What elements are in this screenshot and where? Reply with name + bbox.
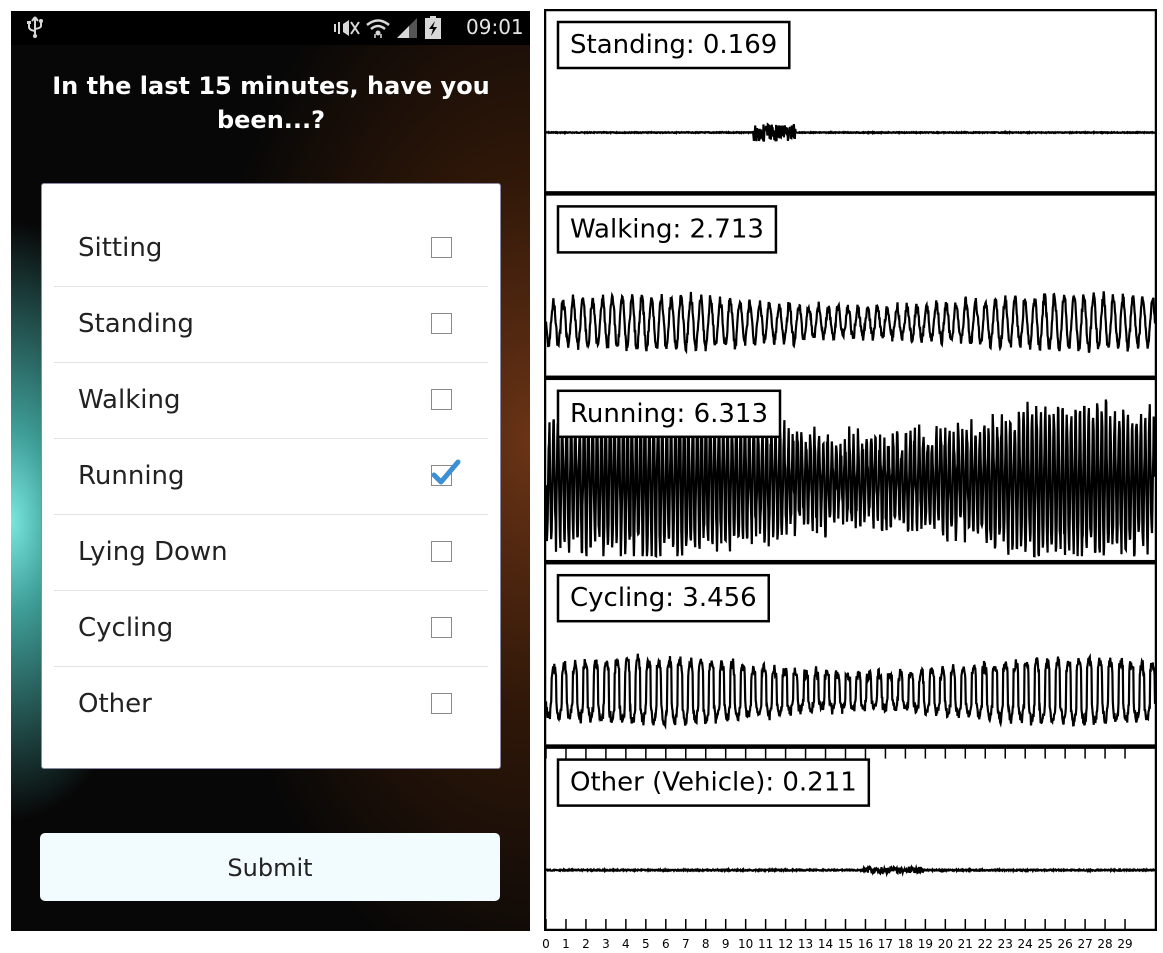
x-tick-label: 0 bbox=[542, 937, 550, 951]
x-tick-label: 28 bbox=[1097, 937, 1113, 951]
panel-label-text: Cycling: 3.456 bbox=[570, 583, 757, 613]
checkbox-lying-down[interactable] bbox=[431, 541, 452, 562]
checkbox-sitting[interactable] bbox=[431, 237, 452, 258]
status-icons bbox=[334, 16, 441, 39]
option-standing[interactable]: Standing bbox=[54, 287, 488, 363]
x-tick-label: 2 bbox=[582, 937, 590, 951]
x-tick-label: 20 bbox=[937, 937, 953, 951]
x-tick-label: 7 bbox=[681, 937, 690, 951]
checkbox-other[interactable] bbox=[431, 693, 452, 714]
question-title: In the last 15 minutes, have you been...… bbox=[52, 72, 490, 134]
panel-0: Standing: 0.169 bbox=[544, 9, 1157, 194]
x-tick-label: 1 bbox=[562, 937, 570, 951]
x-tick-label: 3 bbox=[602, 937, 610, 951]
option-running[interactable]: Running bbox=[54, 439, 488, 515]
clock: 09:01 bbox=[466, 15, 524, 39]
panel-label: Other (Vehicle): 0.211 bbox=[556, 758, 871, 807]
x-tick-label: 4 bbox=[622, 937, 630, 951]
phone-screen: 09:01 In the last 15 minutes, have you b… bbox=[11, 11, 530, 931]
option-lying-down[interactable]: Lying Down bbox=[54, 515, 488, 591]
x-tick-label: 16 bbox=[857, 937, 874, 951]
x-tick-label: 10 bbox=[738, 937, 754, 951]
x-tick-label: 13 bbox=[797, 937, 814, 951]
checkbox-cycling[interactable] bbox=[431, 617, 452, 638]
panel-label-text: Running: 6.313 bbox=[570, 399, 768, 429]
panel-label-text: Standing: 0.169 bbox=[570, 30, 777, 60]
panel-4: Other (Vehicle): 0.211 bbox=[544, 746, 1157, 931]
x-tick-label: 9 bbox=[721, 937, 730, 951]
option-cycling[interactable]: Cycling bbox=[54, 591, 488, 667]
panel-label: Running: 6.313 bbox=[556, 389, 782, 439]
x-tick-label: 15 bbox=[837, 937, 854, 951]
option-label: Cycling bbox=[78, 613, 174, 643]
usb-icon bbox=[27, 16, 43, 38]
panel-label-text: Walking: 2.713 bbox=[570, 214, 764, 244]
option-label: Sitting bbox=[78, 233, 163, 263]
x-tick-label: 6 bbox=[661, 937, 670, 951]
panel-label: Cycling: 3.456 bbox=[556, 573, 770, 623]
option-label: Standing bbox=[78, 309, 194, 339]
option-label: Running bbox=[78, 461, 185, 491]
silent-mode-icon bbox=[334, 20, 360, 36]
x-tick-label: 17 bbox=[877, 937, 894, 951]
wifi-icon bbox=[366, 19, 390, 38]
x-tick-label: 27 bbox=[1077, 937, 1093, 951]
x-tick-label: 19 bbox=[917, 937, 933, 951]
options-card: Sitting Standing Walking Running Lying D… bbox=[41, 183, 501, 769]
x-axis-tick-labels: 0 1 2 3 4 5 6 7 8 9 10 11 12 13 14 15 16 17 18 19 20 21 22 23 24… bbox=[0, 937, 1163, 953]
x-tick-label: 8 bbox=[701, 937, 710, 951]
x-tick-label: 18 bbox=[897, 937, 914, 951]
checkbox-running[interactable] bbox=[431, 459, 461, 486]
accelerometer-plots: Standing: 0.169 Walking: 2.713 Running: 6.… bbox=[544, 9, 1157, 931]
x-tick-label: 12 bbox=[777, 937, 794, 951]
x-tick-label: 25 bbox=[1037, 937, 1053, 951]
x-tick-label: 11 bbox=[757, 937, 774, 951]
panel-1: Walking: 2.713 bbox=[544, 193, 1157, 379]
option-sitting[interactable]: Sitting bbox=[54, 211, 488, 287]
checkmark-icon bbox=[431, 459, 461, 485]
option-walking[interactable]: Walking bbox=[54, 363, 488, 439]
x-tick-label: 23 bbox=[997, 937, 1013, 951]
submit-button[interactable]: Submit bbox=[40, 833, 500, 901]
x-tick-label: 14 bbox=[817, 937, 834, 951]
option-label: Other bbox=[78, 689, 152, 719]
checkbox-walking[interactable] bbox=[431, 389, 452, 410]
panel-label-text: Other (Vehicle): 0.211 bbox=[570, 768, 857, 798]
status-bar: 09:01 bbox=[11, 11, 530, 45]
x-tick-label: 22 bbox=[977, 937, 993, 951]
option-label: Walking bbox=[78, 385, 181, 415]
x-tick-label: 5 bbox=[642, 937, 650, 951]
x-tick-label: 21 bbox=[957, 937, 973, 951]
x-tick-label: 26 bbox=[1057, 937, 1073, 951]
panel-3: Cycling: 3.456 bbox=[544, 561, 1157, 747]
x-tick-label: 24 bbox=[1017, 937, 1033, 951]
panel-label: Standing: 0.169 bbox=[556, 20, 791, 70]
option-other[interactable]: Other bbox=[54, 667, 488, 742]
x-tick-label: 29 bbox=[1117, 937, 1133, 951]
battery-charging-icon bbox=[425, 16, 441, 39]
signal-icon bbox=[397, 18, 417, 38]
panel-label: Walking: 2.713 bbox=[556, 205, 778, 254]
option-label: Lying Down bbox=[78, 537, 228, 567]
panel-2: Running: 6.313 bbox=[544, 377, 1157, 563]
checkbox-standing[interactable] bbox=[431, 313, 452, 334]
